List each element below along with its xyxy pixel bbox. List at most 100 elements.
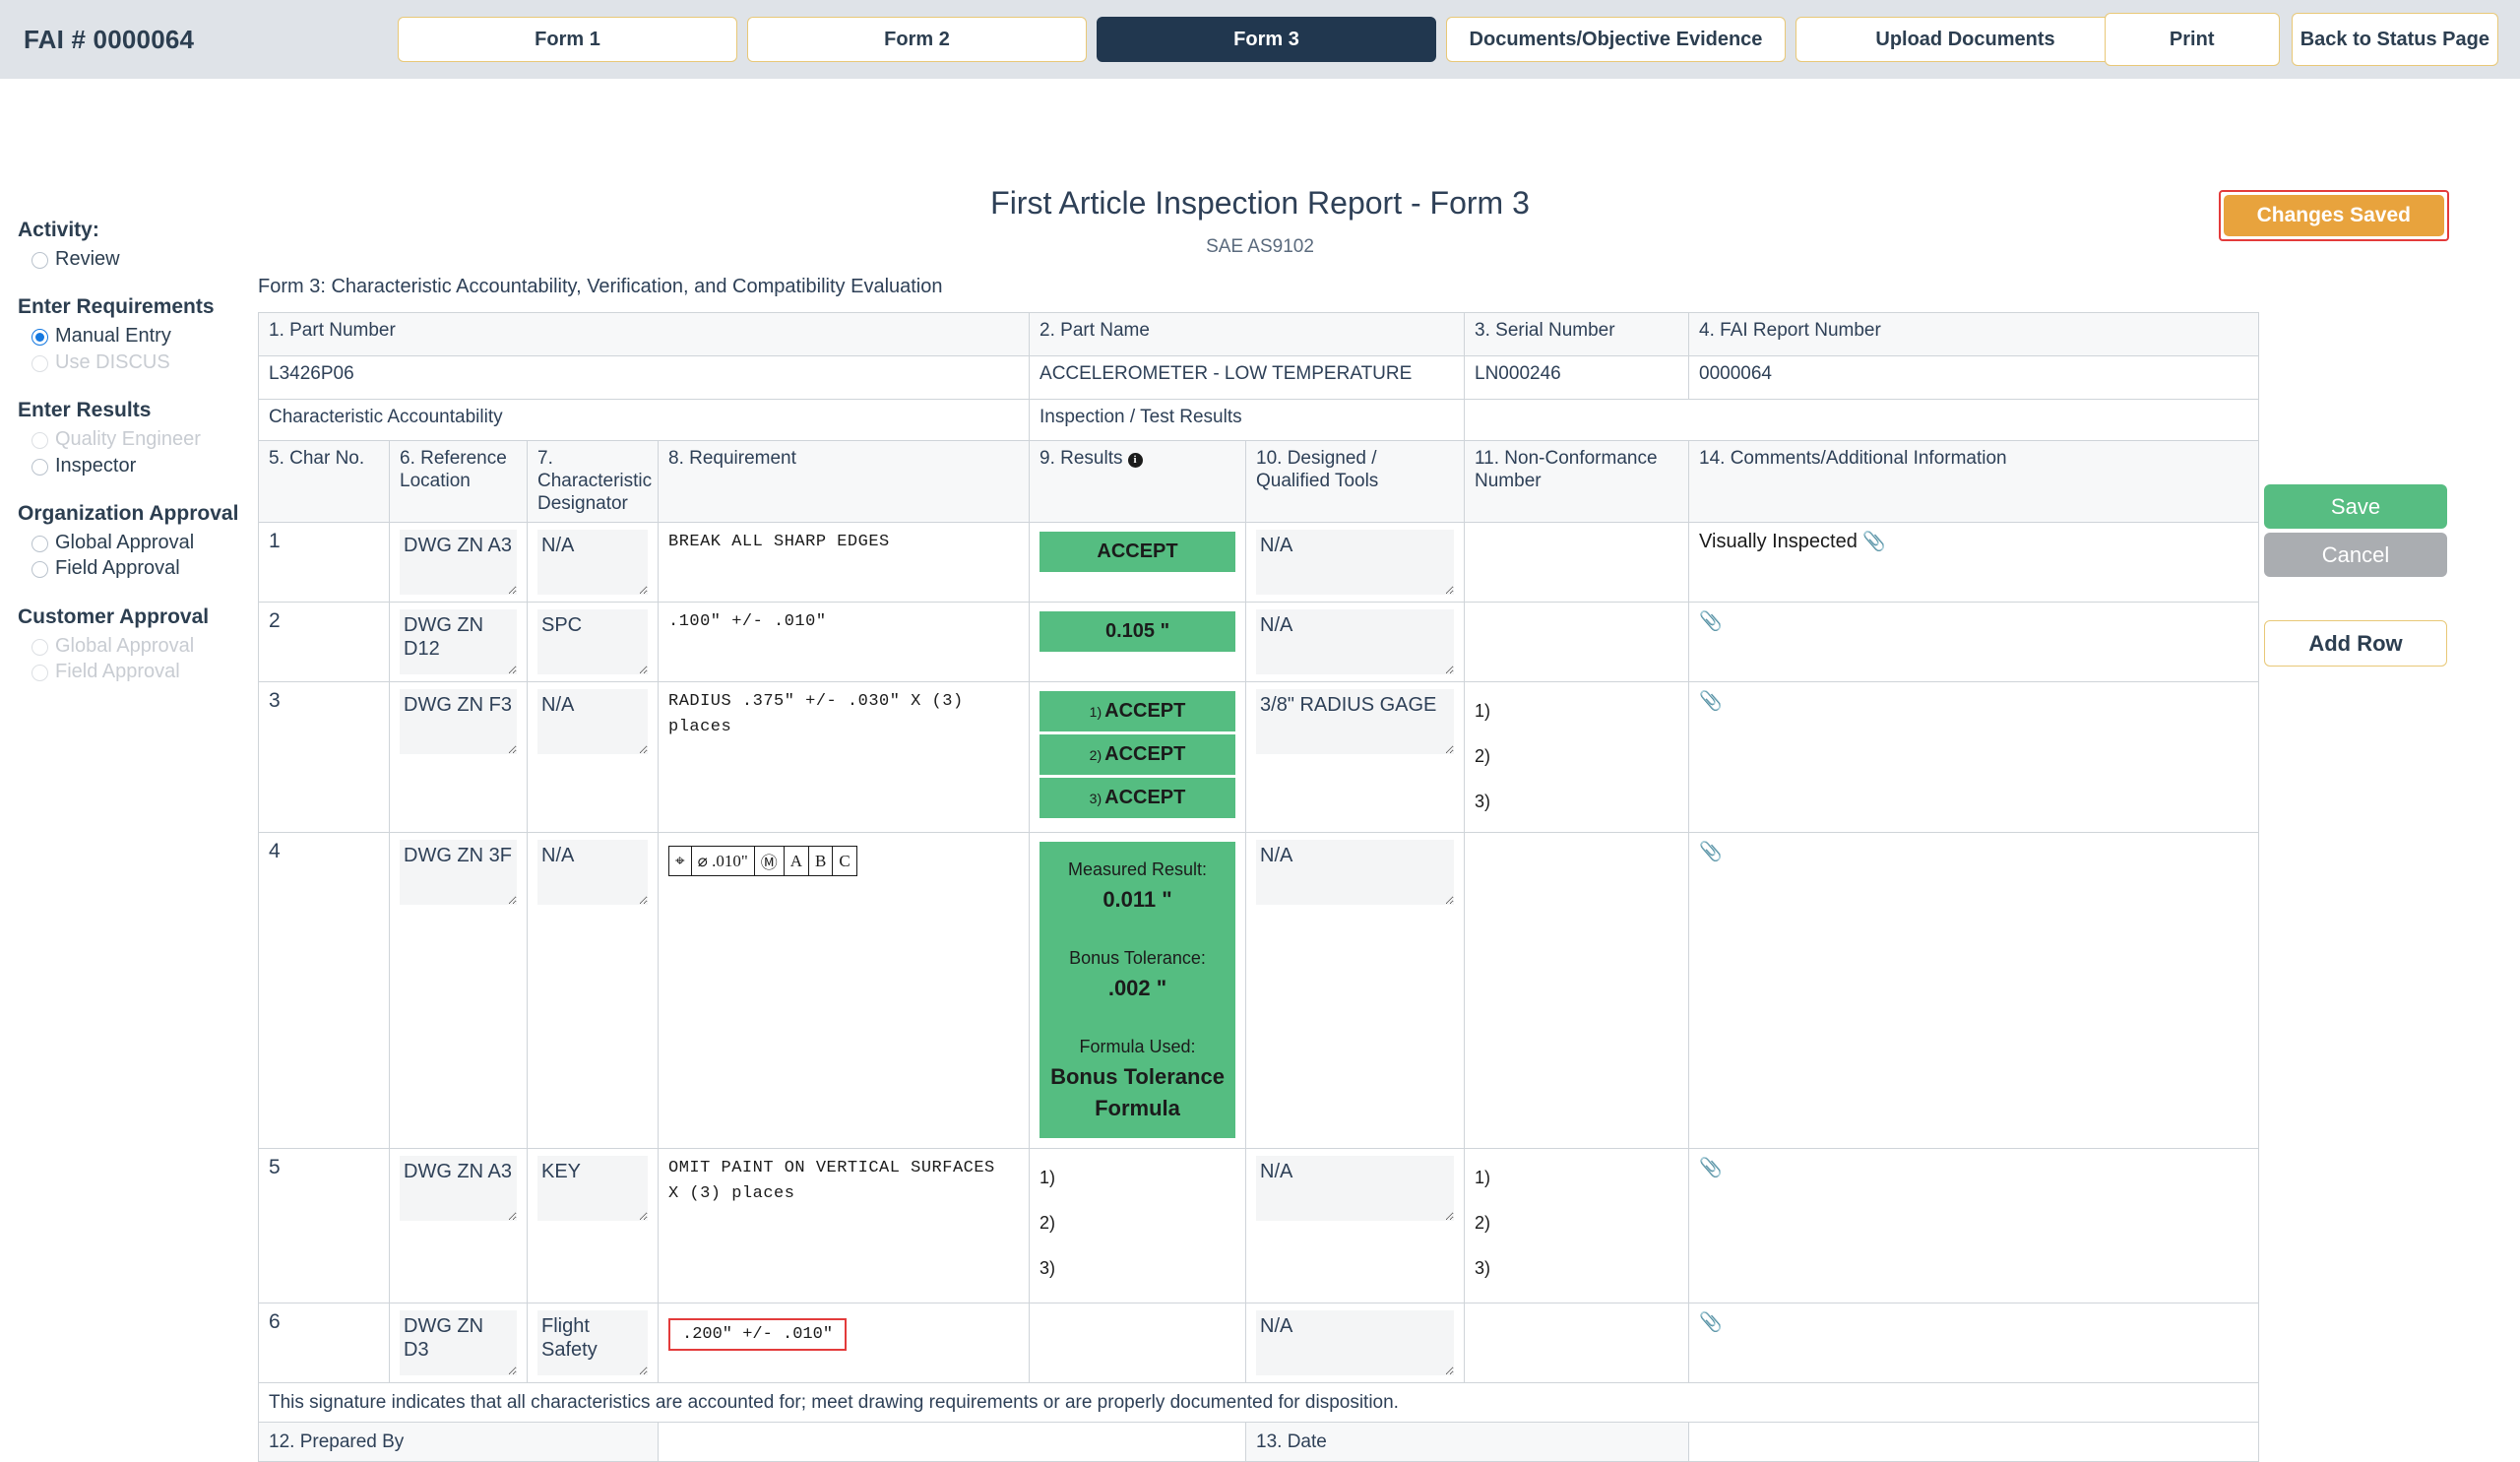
table-row: 6 .200" +/- .010" 📎 — [258, 1303, 2260, 1384]
designed-qualified-tools-input[interactable] — [1256, 1156, 1455, 1222]
prepared-by-row: 12. Prepared By 13. Date — [258, 1422, 2260, 1462]
designed-qualified-tools-input[interactable] — [1256, 840, 1455, 906]
result-bonus-tolerance-block[interactable]: Measured Result: 0.011 " Bonus Tolerance… — [1040, 842, 1236, 1139]
tab-documents-objective-evidence[interactable]: Documents/Objective Evidence — [1446, 17, 1786, 62]
characteristic-designator-input[interactable] — [537, 530, 648, 596]
reference-location-input[interactable] — [400, 689, 517, 755]
sidebar-option-org-global-approval[interactable]: Global Approval — [32, 532, 260, 553]
characteristic-designator-input[interactable] — [537, 1156, 648, 1222]
cell-tools — [1245, 522, 1466, 604]
cell-requirement: .100" +/- .010" — [657, 602, 1031, 683]
formula-used-label: Formula Used: — [1079, 1037, 1196, 1057]
sidebar-group-organization-approval: Organization Approval Global Approval Fi… — [14, 502, 260, 580]
prepared-by-label: 12. Prepared By — [258, 1422, 659, 1462]
characteristic-designator-input[interactable] — [537, 840, 648, 906]
gdt-datum-b: B — [809, 847, 834, 876]
changes-saved-button[interactable]: Changes Saved — [2223, 195, 2444, 236]
header-action-buttons: Print Back to Status Page — [2104, 13, 2498, 66]
cell-reference-location — [389, 522, 528, 604]
sidebar-label-use-discus: Use DISCUS — [55, 350, 170, 373]
paperclip-icon[interactable]: 📎 — [1862, 532, 1886, 552]
form-tabs: Form 1 Form 2 Form 3 Documents/Objective… — [398, 17, 2135, 62]
characteristic-designator-input[interactable] — [537, 689, 648, 755]
requirement-highlighted-value[interactable]: .200" +/- .010" — [668, 1318, 848, 1352]
reference-location-input[interactable] — [400, 609, 517, 675]
sidebar-option-manual-entry[interactable]: Manual Entry — [32, 325, 260, 347]
info-icon[interactable]: i — [1127, 453, 1143, 468]
cancel-button[interactable]: Cancel — [2264, 533, 2447, 577]
column-header-results: 9. Results i — [1029, 439, 1247, 524]
cell-char-no: 5 — [258, 1148, 390, 1304]
cell-requirement: RADIUS .375" +/- .030" X (3) places — [657, 681, 1031, 834]
paperclip-icon[interactable]: 📎 — [1699, 842, 1723, 862]
back-to-status-page-button[interactable]: Back to Status Page — [2291, 13, 2498, 66]
prepared-by-value[interactable] — [657, 1422, 1247, 1462]
column-header-comments: 14. Comments/Additional Information — [1688, 439, 2260, 524]
print-button[interactable]: Print — [2104, 13, 2280, 66]
tab-form-1[interactable]: Form 1 — [398, 17, 737, 62]
save-button[interactable]: Save — [2264, 484, 2447, 529]
cell-tools — [1245, 602, 1466, 683]
cell-results: 1) ACCEPT 2) ACCEPT 3) ACCEPT — [1029, 681, 1247, 834]
designed-qualified-tools-input[interactable] — [1256, 530, 1455, 596]
radio-icon-org-global-approval[interactable] — [32, 535, 48, 552]
comments-text: Visually Inspected — [1699, 531, 1858, 553]
bonus-tolerance-value: .002 " — [1107, 976, 1167, 1001]
sidebar-option-inspector[interactable]: Inspector — [32, 455, 260, 477]
gdt-datum-c: C — [839, 851, 850, 870]
cell-results: 1) 2) 3) — [1029, 1148, 1247, 1304]
column-header-characteristic-designator: 7. Characteristic Designator — [527, 439, 659, 524]
activity-sidebar: Activity: Review Enter Requirements Manu… — [14, 219, 260, 687]
page-body: Activity: Review Enter Requirements Manu… — [0, 79, 2520, 1462]
reference-location-input[interactable] — [400, 1310, 517, 1376]
column-header-char-no: 5. Char No. — [258, 439, 390, 524]
table-header-row-1: 1. Part Number 2. Part Name 3. Serial Nu… — [257, 312, 2260, 356]
result-accept-button-2[interactable]: 2) ACCEPT — [1040, 734, 1236, 776]
cell-comments: 📎 — [1688, 832, 2260, 1150]
designed-qualified-tools-input[interactable] — [1256, 609, 1455, 675]
sidebar-group-title-customer-approval: Customer Approval — [18, 604, 210, 628]
cell-non-conformance — [1464, 832, 1690, 1150]
paperclip-icon[interactable]: 📎 — [1699, 611, 1723, 632]
reference-location-input[interactable] — [400, 1156, 517, 1222]
result-measurement-button[interactable]: 0.105 " — [1040, 611, 1236, 653]
cell-reference-location — [389, 832, 528, 1150]
radio-icon-org-field-approval[interactable] — [32, 561, 48, 579]
designed-qualified-tools-input[interactable] — [1256, 689, 1455, 755]
reference-location-input[interactable] — [400, 530, 517, 596]
tab-form-3[interactable]: Form 3 — [1097, 17, 1436, 62]
cell-comments: 📎 — [1688, 1303, 2260, 1384]
characteristic-designator-input[interactable] — [537, 1310, 648, 1376]
non-conformance-index-2: 2) — [1475, 746, 1491, 767]
result-accept-button[interactable]: ACCEPT — [1040, 532, 1236, 573]
date-value[interactable] — [1688, 1422, 2260, 1462]
paperclip-icon[interactable]: 📎 — [1699, 1312, 1723, 1333]
table-row: 4 ⌖ ⌀ .010" Ⓜ A B C Measured Result: — [258, 832, 2260, 1150]
cell-comments: 📎 — [1688, 1148, 2260, 1304]
page-title: First Article Inspection Report - Form 3 — [990, 185, 1530, 221]
paperclip-icon[interactable]: 📎 — [1699, 1158, 1723, 1178]
reference-location-input[interactable] — [400, 840, 517, 906]
cell-requirement: OMIT PAINT ON VERTICAL SURFACES X (3) pl… — [657, 1148, 1031, 1304]
paperclip-icon[interactable]: 📎 — [1699, 691, 1723, 712]
characteristic-designator-input[interactable] — [537, 609, 648, 675]
tab-form-2[interactable]: Form 2 — [747, 17, 1087, 62]
sidebar-label-quality-engineer: Quality Engineer — [55, 428, 201, 451]
table-row: 2 .100" +/- .010" 0.105 " 📎 — [258, 602, 2260, 683]
value-fai-report-number: 0000064 — [1688, 355, 2260, 400]
radio-icon-inspector[interactable] — [32, 458, 48, 476]
signature-note-text: This signature indicates that all charac… — [257, 1382, 2260, 1424]
gdt-tolerance-value: ⌀ .010" — [692, 847, 755, 876]
tab-upload-documents[interactable]: Upload Documents — [1796, 17, 2135, 62]
column-header-designed-qualified-tools: 10. Designed / Qualified Tools — [1245, 439, 1466, 524]
result-accept-button-3[interactable]: 3) ACCEPT — [1040, 778, 1236, 819]
cell-char-no: 2 — [258, 602, 390, 683]
designed-qualified-tools-input[interactable] — [1256, 1310, 1455, 1376]
add-row-button[interactable]: Add Row — [2264, 620, 2447, 667]
cell-reference-location — [389, 1303, 528, 1384]
cell-comments: 📎 — [1688, 602, 2260, 683]
result-accept-button-1[interactable]: 1) ACCEPT — [1040, 691, 1236, 732]
radio-icon-manual-entry[interactable] — [32, 329, 48, 347]
sidebar-option-org-field-approval[interactable]: Field Approval — [32, 557, 260, 579]
sidebar-group-title-organization-approval: Organization Approval — [18, 501, 239, 525]
